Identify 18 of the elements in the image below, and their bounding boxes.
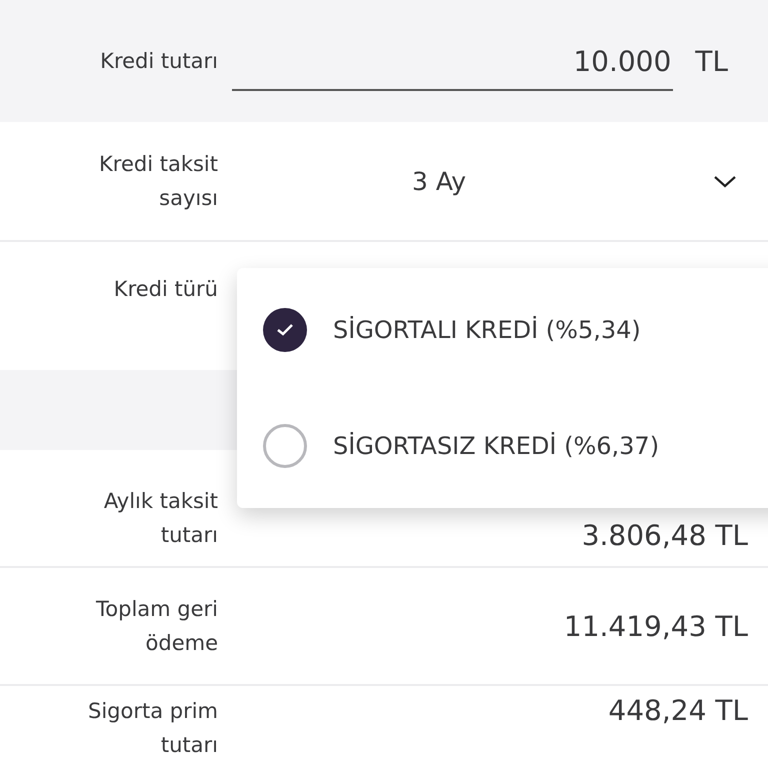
result-value: 3.806,48 TL (580, 519, 748, 552)
check-icon (275, 322, 295, 338)
loan-type-option[interactable]: SİGORTALI KREDİ (%5,34) (237, 308, 768, 352)
radio-button[interactable] (263, 424, 307, 468)
result-label: Sigorta prim tutarı (86, 698, 218, 759)
loan-type-label: Kredi türü (114, 276, 218, 303)
result-value: 448,24 TL (607, 694, 748, 727)
result-label: Aylık taksit tutarı (102, 488, 218, 549)
amount-label: Kredi tutarı (100, 48, 218, 75)
amount-field[interactable]: 10.000 (232, 39, 674, 91)
installments-label: Kredi taksit sayısı (98, 151, 218, 212)
result-value: 11.419,43 TL (562, 610, 748, 642)
chevron-down-icon (712, 173, 738, 189)
installments-dropdown[interactable]: 3 Ay (232, 151, 748, 211)
radio-button[interactable] (263, 308, 307, 352)
result-label: Toplam geri ödeme (95, 596, 218, 657)
currency-label: TL (695, 44, 729, 80)
loan-type-option[interactable]: SİGORTASIZ KREDİ (%6,37) (237, 424, 768, 468)
